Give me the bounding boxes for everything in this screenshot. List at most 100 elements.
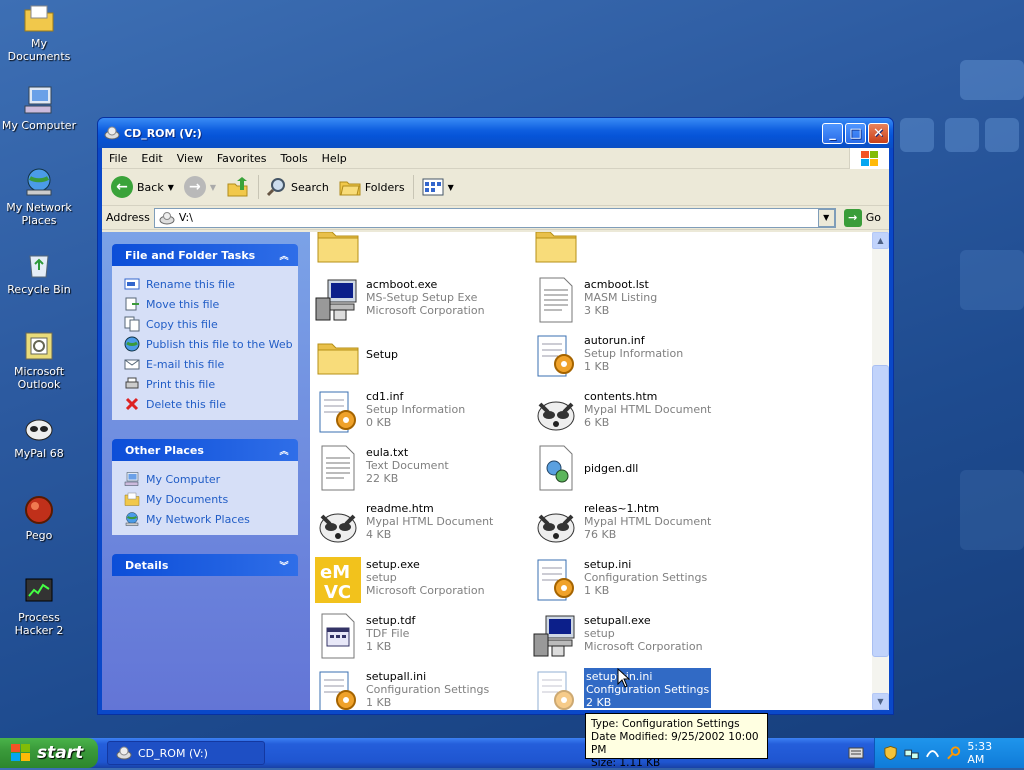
details-header[interactable]: Details ︾ xyxy=(112,554,298,576)
security-shield-icon[interactable] xyxy=(883,745,898,761)
file-type: MASM Listing xyxy=(584,291,658,304)
keyboard-icon[interactable] xyxy=(848,746,864,760)
collapse-chevron-icon[interactable]: ︽ xyxy=(276,247,292,263)
menu-favorites[interactable]: Favorites xyxy=(210,152,274,165)
file-type: Configuration Settings xyxy=(584,571,708,584)
network-places-icon xyxy=(124,511,140,527)
file-item[interactable]: autorun.inf Setup Information 1 KB xyxy=(532,332,750,388)
back-button[interactable]: ← Back ▼ xyxy=(106,176,179,198)
back-label: Back xyxy=(137,180,164,194)
minimize-button[interactable]: _ xyxy=(822,122,843,144)
file-item[interactable]: cd1.inf Setup Information 0 KB xyxy=(314,388,532,444)
task-link-print[interactable]: Print this file xyxy=(124,374,298,394)
recycle-bin-icon xyxy=(23,248,55,280)
network-icon[interactable] xyxy=(904,745,919,761)
network-places-icon xyxy=(23,166,55,198)
title-bar[interactable]: CD_ROM (V:) _ □ ✕ xyxy=(98,118,893,148)
file-name: SDK xyxy=(366,232,389,235)
up-folder-icon xyxy=(227,177,248,197)
tooltip-date-modified: Date Modified: 9/25/2002 10:00 PM xyxy=(591,731,759,756)
file-name: contents.htm xyxy=(584,390,658,403)
connection-icon[interactable] xyxy=(925,745,940,761)
file-item[interactable]: acmboot.lst MASM Listing 3 KB xyxy=(532,276,750,332)
file-item[interactable]: setup.ini Configuration Settings 1 KB xyxy=(532,556,750,612)
search-label: Search xyxy=(291,180,329,194)
desktop-icon[interactable]: My Computer xyxy=(0,84,78,132)
views-button[interactable]: ▼ xyxy=(417,178,459,196)
file-item[interactable]: acmboot.exe MS-Setup Setup Exe Microsoft C… xyxy=(314,276,532,332)
file-info: 3 KB xyxy=(584,304,610,317)
file-name: setup.exe xyxy=(366,558,420,571)
file-item[interactable]: eM VC setup.exe setup Microsoft Corporation xyxy=(314,556,532,612)
scroll-thumb[interactable] xyxy=(872,365,889,657)
start-button[interactable]: start xyxy=(0,738,98,768)
forward-button[interactable]: → ▼ xyxy=(179,176,221,198)
place-link-network-places[interactable]: My Network Places xyxy=(124,509,298,529)
file-item[interactable]: setupall.exe setup Microsoft Corporation xyxy=(532,612,750,668)
file-item[interactable]: readme.htm Mypal HTML Document 4 KB xyxy=(314,500,532,556)
desktop-icon-label: Process Hacker 2 xyxy=(14,611,64,637)
clock[interactable]: 5:33 AM xyxy=(967,740,1010,766)
file-item[interactable]: Setup xyxy=(314,332,532,388)
folders-button[interactable]: Folders xyxy=(334,177,410,197)
email-icon xyxy=(124,359,140,370)
desktop-icon[interactable]: MyPal 68 xyxy=(0,412,78,460)
desktop-icon[interactable]: My Network Places xyxy=(0,166,78,227)
close-button[interactable]: ✕ xyxy=(868,122,889,144)
address-input[interactable]: V:\ ▼ xyxy=(153,207,836,228)
back-arrow-icon: ← xyxy=(111,176,133,198)
text-file-icon xyxy=(314,444,362,492)
file-folder-tasks-header[interactable]: File and Folder Tasks ︽ xyxy=(112,244,298,266)
menu-edit[interactable]: Edit xyxy=(134,152,169,165)
place-link-my-computer[interactable]: My Computer xyxy=(124,469,298,489)
config-file-icon xyxy=(314,388,362,436)
file-item[interactable]: pidgen.dll xyxy=(532,444,750,500)
scroll-down-button[interactable]: ▼ xyxy=(872,693,889,710)
file-type: Mypal HTML Document xyxy=(366,515,494,528)
menu-file[interactable]: File xyxy=(102,152,134,165)
desktop-icon[interactable]: Recycle Bin xyxy=(0,248,78,296)
file-item[interactable]: releas~1.htm Mypal HTML Document 76 KB xyxy=(532,500,750,556)
mypal-doc-icon xyxy=(532,388,580,436)
task-link-rename[interactable]: Rename this file xyxy=(124,274,298,294)
search-tray-icon[interactable] xyxy=(946,745,961,761)
file-item[interactable]: eula.txt Text Document 22 KB xyxy=(314,444,532,500)
file-item[interactable]: setupwin.iniConfiguration Settings2 KB xyxy=(532,668,750,710)
collapse-chevron-icon[interactable]: ︽ xyxy=(276,442,292,458)
back-dropdown-icon[interactable]: ▼ xyxy=(168,183,174,192)
go-button[interactable]: → Go xyxy=(840,208,889,227)
vertical-scrollbar[interactable]: ▲ ▼ xyxy=(872,232,889,710)
file-item[interactable]: contents.htm Mypal HTML Document 6 KB xyxy=(532,388,750,444)
menu-view[interactable]: View xyxy=(170,152,210,165)
file-item[interactable]: WCE xyxy=(532,232,750,276)
file-item[interactable]: setupall.ini Configuration Settings 1 KB xyxy=(314,668,532,710)
task-link-label: Rename this file xyxy=(146,277,235,291)
file-list-view[interactable]: SDK WCEacmboot.exeMS-Setup Setup ExeMicro… xyxy=(310,232,872,710)
menu-tools[interactable]: Tools xyxy=(274,152,315,165)
taskbar-item-cd-rom[interactable]: CD_ROM (V:) xyxy=(107,741,265,765)
file-item[interactable]: SDK xyxy=(314,232,532,276)
maximize-button[interactable]: □ xyxy=(845,122,866,144)
other-places-title: Other Places xyxy=(125,443,204,457)
desktop-icon[interactable]: Process Hacker 2 xyxy=(0,576,78,637)
menu-help[interactable]: Help xyxy=(315,152,354,165)
place-link-my-documents[interactable]: My Documents xyxy=(124,489,298,509)
task-link-move[interactable]: Move this file xyxy=(124,294,298,314)
search-button[interactable]: Search xyxy=(262,177,334,197)
other-places-header[interactable]: Other Places ︽ xyxy=(112,439,298,461)
setup-exe-icon xyxy=(314,276,362,324)
scroll-up-button[interactable]: ▲ xyxy=(872,232,889,249)
desktop-icon[interactable]: My Documents xyxy=(0,2,78,63)
task-link-publish-web[interactable]: Publish this file to the Web xyxy=(124,334,298,354)
desktop-icon[interactable]: Pego xyxy=(0,494,78,542)
config-file-icon xyxy=(532,556,580,604)
task-link-delete[interactable]: Delete this file xyxy=(124,394,298,414)
address-dropdown-icon[interactable]: ▼ xyxy=(817,208,835,227)
task-link-email[interactable]: E-mail this file xyxy=(124,354,298,374)
file-info: Microsoft Corporation xyxy=(366,304,485,317)
desktop-icon[interactable]: Microsoft Outlook xyxy=(0,330,78,391)
up-folder-button[interactable] xyxy=(221,176,255,198)
task-link-copy[interactable]: Copy this file xyxy=(124,314,298,334)
expand-chevron-icon[interactable]: ︾ xyxy=(276,557,292,573)
file-item[interactable]: setup.tdf TDF File 1 KB xyxy=(314,612,532,668)
